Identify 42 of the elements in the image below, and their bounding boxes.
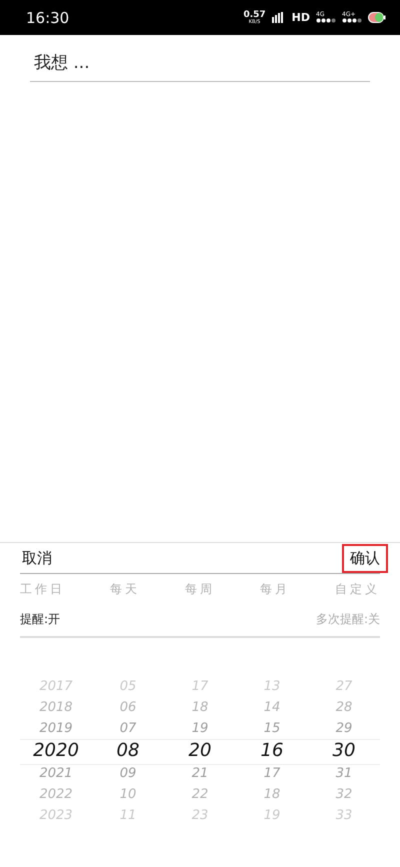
input-field[interactable]: 我想 ... [30,45,370,82]
picker-value[interactable]: 15 [264,718,280,739]
picker-value[interactable]: 18 [192,697,208,718]
picker-value[interactable]: 31 [336,763,352,784]
repeat-option[interactable]: 每月 [260,581,290,598]
reminder-toggle[interactable]: 提醒:开 [20,611,60,628]
picker-value[interactable]: 14 [264,697,280,718]
signal-dots-icon [316,18,336,23]
picker-value[interactable]: 22 [192,784,208,805]
picker-value[interactable]: 28 [336,697,352,718]
picker-value[interactable]: 07 [120,718,136,739]
picker-value[interactable]: 10 [120,784,136,805]
picker-value[interactable]: 08 [116,739,140,763]
picker-value[interactable]: 2019 [39,718,73,739]
repeat-option[interactable]: 每周 [185,581,215,598]
picker-value[interactable]: 06 [120,697,136,718]
battery-icon [368,12,386,23]
multi-reminder-toggle[interactable]: 多次提醒:关 [316,611,380,628]
picker-value[interactable]: 21 [192,763,208,784]
picker-value[interactable]: 2020 [33,739,79,763]
repeat-option[interactable]: 每天 [110,581,140,598]
picker-value[interactable]: 2022 [39,784,73,805]
signal-dots-icon [342,18,362,23]
picker-value[interactable]: 32 [336,784,352,805]
status-time: 16:30 [26,8,70,26]
repeat-option[interactable]: 自定义 [335,581,380,598]
hd-label: HD [292,11,310,24]
picker-value[interactable]: 19 [192,718,208,739]
picker-value[interactable]: 16 [260,739,284,763]
repeat-option[interactable]: 工作日 [20,581,65,598]
picker-value[interactable]: 20 [188,739,212,763]
signal-bars-icon [272,12,286,23]
picker-value[interactable]: 2018 [39,697,73,718]
picker-value[interactable]: 18 [264,784,280,805]
picker-value[interactable]: 17 [264,763,280,784]
picker-value[interactable]: 09 [120,763,136,784]
confirm-button[interactable]: 确认 [342,544,388,572]
network-speed: 0.57 [243,10,266,20]
picker-value[interactable]: 29 [336,718,352,739]
cancel-button[interactable]: 取消 [20,546,54,570]
picker-value[interactable]: 2021 [39,763,73,784]
picker-value[interactable]: 30 [332,739,356,763]
